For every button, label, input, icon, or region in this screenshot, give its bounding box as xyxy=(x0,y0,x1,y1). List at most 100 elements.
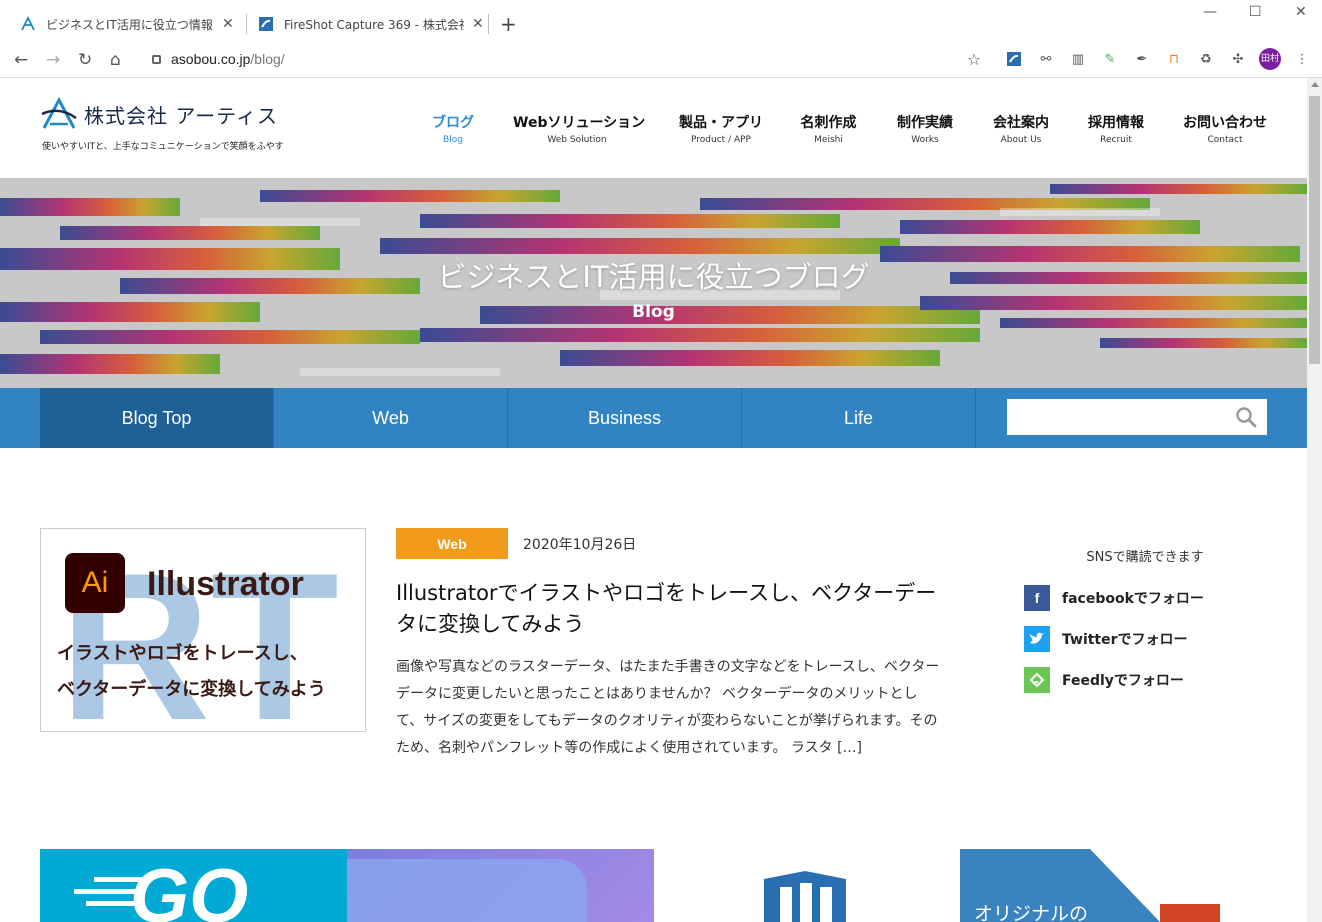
extension-ruler-icon[interactable]: ⊓ xyxy=(1165,51,1183,69)
nav-web-solution[interactable]: Webソリューション Web Solution xyxy=(513,112,646,145)
facebook-follow-link[interactable]: f facebookでフォロー xyxy=(1024,585,1204,611)
search-input[interactable] xyxy=(1007,399,1227,435)
article-card-go[interactable]: GO xyxy=(40,849,347,922)
article-title[interactable]: Illustratorでイラストやロゴをトレースし、ベクターデータに変換してみよ… xyxy=(396,578,946,640)
category-blog-top[interactable]: Blog Top xyxy=(40,388,274,448)
nav-label-ja: Webソリューション xyxy=(513,115,646,131)
url-domain: asobou.co.jp xyxy=(171,51,251,67)
lock-icon xyxy=(152,55,161,64)
card-decoration xyxy=(347,859,587,922)
nav-label-en: Recruit xyxy=(1100,135,1132,145)
scroll-up-icon[interactable] xyxy=(1311,82,1319,87)
site-logo[interactable]: 株式会社 アーティス xyxy=(40,96,278,132)
avatar[interactable]: 田村 xyxy=(1259,48,1281,70)
browser-tab-2[interactable]: FireShot Capture 369 - 株式会社アーティス ✕ xyxy=(258,8,484,40)
nav-works[interactable]: 制作実績 Works xyxy=(896,112,954,145)
site-logo-icon xyxy=(20,16,36,32)
nav-recruit[interactable]: 採用情報 Recruit xyxy=(1087,112,1145,145)
nav-label-ja: 製品・アプリ xyxy=(679,115,763,131)
thumbnail-line1: イラストやロゴをトレースし、 xyxy=(57,643,308,664)
nav-label-ja: お問い合わせ xyxy=(1183,115,1267,131)
close-icon[interactable]: ✕ xyxy=(472,16,484,32)
sns-label: Twitterでフォロー xyxy=(1062,632,1188,648)
feedly-icon xyxy=(1024,667,1050,693)
nav-label-ja: 採用情報 xyxy=(1088,115,1144,131)
nav-label-en: Meishi xyxy=(814,135,843,145)
url-path: /blog/ xyxy=(250,51,285,67)
browser-tab-1[interactable]: ビジネスとIT活用に役立つ情報 ✕ xyxy=(20,8,234,40)
logo-mark-icon xyxy=(41,96,77,129)
hero-title: ビジネスとIT活用に役立つブログ xyxy=(437,260,870,294)
sns-label: facebookでフォロー xyxy=(1062,591,1204,607)
scrollbar-thumb[interactable] xyxy=(1309,96,1320,364)
category-bar: Blog Top Web Business Life xyxy=(0,388,1307,448)
evernote-icon[interactable]: ✎ xyxy=(1101,51,1119,69)
menu-kebab-icon[interactable]: ⋮ xyxy=(1293,51,1311,69)
new-tab-icon[interactable]: + xyxy=(500,12,517,36)
extension-fireshot-icon[interactable] xyxy=(1005,51,1023,69)
sns-heading: SNSで購読できます xyxy=(1086,550,1204,565)
nav-meishi[interactable]: 名刺作成 Meishi xyxy=(800,112,857,145)
nav-product[interactable]: 製品・アプリ Product / APP xyxy=(679,112,763,145)
extensions-puzzle-icon[interactable]: ✣ xyxy=(1229,51,1247,69)
nav-contact[interactable]: お問い合わせ Contact xyxy=(1182,112,1268,145)
back-icon[interactable]: ← xyxy=(14,50,28,70)
category-business[interactable]: Business xyxy=(508,388,742,448)
extension-reader-icon[interactable]: ▥ xyxy=(1069,51,1087,69)
nav-label-ja: 会社案内 xyxy=(993,115,1049,131)
category-life[interactable]: Life xyxy=(742,388,976,448)
tab-title: FireShot Capture 369 - 株式会社アーティス xyxy=(284,17,464,32)
nav-label-ja: 制作実績 xyxy=(897,115,953,131)
go-logo-text: GO xyxy=(130,854,249,922)
site-header: 株式会社 アーティス 使いやすいITと、上手なコミュニケーションで笑顔をふやす … xyxy=(0,78,1307,178)
address-field[interactable]: asobou.co.jp/blog/ xyxy=(152,51,285,67)
article-card-original[interactable]: オリジナルの xyxy=(960,849,1267,922)
eyedropper-icon[interactable]: ✒ xyxy=(1133,51,1151,69)
article-thumbnail[interactable]: RT Ai Illustrator イラストやロゴをトレースし、 ベクターデータ… xyxy=(40,528,366,732)
sns-label: Feedlyでフォロー xyxy=(1062,673,1184,689)
browser-toolbar: ← → ↻ ⌂ asobou.co.jp/blog/ ☆ ⚯ ▥ ✎ ✒ ⊓ ♻… xyxy=(0,46,1322,78)
tab-divider xyxy=(246,14,247,34)
minimize-icon[interactable]: — xyxy=(1203,4,1217,20)
thumbnail-line2: ベクターデータに変換してみよう xyxy=(57,679,326,700)
extension-link-icon[interactable]: ⚯ xyxy=(1037,51,1055,69)
page-scrollbar[interactable] xyxy=(1307,78,1322,922)
nav-label-en: Works xyxy=(911,135,939,145)
close-icon[interactable]: ✕ xyxy=(222,16,234,32)
twitter-icon xyxy=(1024,626,1050,652)
maximize-icon[interactable]: ☐ xyxy=(1249,4,1262,20)
search-box xyxy=(1007,399,1267,435)
extension-recycle-icon[interactable]: ♻ xyxy=(1197,51,1215,69)
category-badge[interactable]: Web xyxy=(396,528,508,559)
twitter-follow-link[interactable]: Twitterでフォロー xyxy=(1024,626,1188,652)
nav-label-en: Contact xyxy=(1207,135,1243,145)
fireshot-icon xyxy=(258,16,274,32)
nav-label-ja: 名刺作成 xyxy=(800,115,857,131)
nav-label-en: About Us xyxy=(1000,135,1042,145)
facebook-icon: f xyxy=(1024,585,1050,611)
article-card-wordpress[interactable] xyxy=(654,849,960,922)
reload-icon[interactable]: ↻ xyxy=(78,50,92,70)
article-card-purple[interactable] xyxy=(347,849,654,922)
hero-subtitle: Blog xyxy=(632,302,675,322)
window-close-icon[interactable]: ✕ xyxy=(1295,4,1307,20)
forward-icon[interactable]: → xyxy=(46,50,60,70)
bookmark-star-icon[interactable]: ☆ xyxy=(965,51,983,69)
article-excerpt: 画像や写真などのラスターデータ、はたまた手書きの文字などをトレースし、ベクターデ… xyxy=(396,659,940,756)
home-icon[interactable]: ⌂ xyxy=(110,50,121,70)
nav-label-en: Web Solution xyxy=(547,135,607,145)
tab-title: ビジネスとIT活用に役立つ情報 xyxy=(46,17,213,32)
nav-label-ja: ブログ xyxy=(432,115,474,131)
nav-blog[interactable]: ブログ Blog xyxy=(431,112,475,145)
book-icon xyxy=(764,871,846,922)
card-title: オリジナルの xyxy=(974,903,1089,922)
search-icon[interactable] xyxy=(1235,406,1257,428)
tab-divider xyxy=(488,14,489,34)
nav-label-en: Product / APP xyxy=(691,135,751,145)
nav-about[interactable]: 会社案内 About Us xyxy=(992,112,1050,145)
hero-banner: ビジネスとIT活用に役立つブログ Blog xyxy=(0,178,1307,388)
nav-label-en: Blog xyxy=(443,135,463,145)
feedly-follow-link[interactable]: Feedlyでフォロー xyxy=(1024,667,1184,693)
category-web[interactable]: Web xyxy=(274,388,508,448)
browser-tabbar: ビジネスとIT活用に役立つ情報 ✕ FireShot Capture 369 -… xyxy=(0,0,1322,46)
